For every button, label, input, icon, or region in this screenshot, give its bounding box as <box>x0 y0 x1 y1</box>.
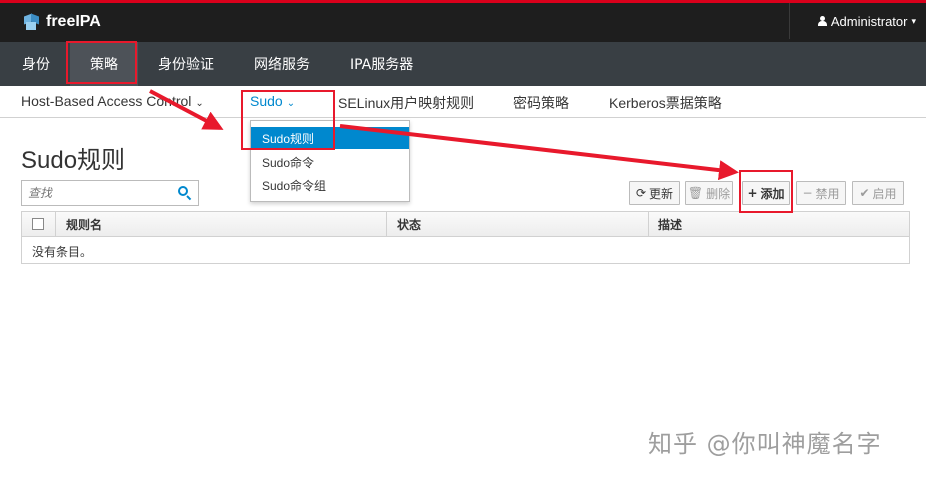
column-divider <box>648 212 649 237</box>
column-divider <box>55 212 56 237</box>
refresh-icon: ⟳ <box>635 186 647 200</box>
sub-nav-kerberos-policy[interactable]: Kerberos票据策略 <box>609 93 722 113</box>
annotation-box-add <box>739 170 793 213</box>
freeipa-logo-icon <box>22 13 40 31</box>
user-icon <box>817 16 827 26</box>
delete-label: 删除 <box>706 186 731 201</box>
search-icon[interactable] <box>178 186 192 201</box>
page-title: Sudo规则 <box>21 147 126 174</box>
minus-icon: − <box>802 186 813 200</box>
sudo-rules-table: 规则名 状态 描述 没有条目。 <box>21 211 910 264</box>
main-nav: 身份 策略 身份验证 网络服务 IPA服务器 <box>0 42 926 86</box>
main-nav-ipa-server[interactable]: IPA服务器 <box>330 42 433 86</box>
user-name: Administrator <box>830 13 908 29</box>
chevron-down-icon: ⌄ <box>195 98 204 109</box>
user-menu[interactable]: Administrator ▾ <box>788 3 926 39</box>
disable-button[interactable]: − 禁用 <box>796 181 846 205</box>
sub-nav-hbac-label: Host-Based Access Control <box>21 93 192 109</box>
enable-button[interactable]: ✔ 启用 <box>852 181 904 205</box>
column-divider <box>386 212 387 237</box>
brand-name: freeIPA <box>46 13 101 30</box>
select-all-checkbox[interactable] <box>32 218 44 230</box>
column-rule-name[interactable]: 规则名 <box>66 212 102 237</box>
top-header: freeIPA Administrator ▾ <box>0 3 926 42</box>
check-icon: ✔ <box>859 186 870 200</box>
search-input[interactable] <box>22 181 172 205</box>
delete-button[interactable]: 🗑 删除 <box>685 181 733 205</box>
enable-label: 启用 <box>872 186 897 201</box>
annotation-box-policy <box>66 41 137 84</box>
main-nav-identity[interactable]: 身份 <box>0 42 70 86</box>
trash-icon: 🗑 <box>687 186 704 200</box>
caret-down-icon: ▾ <box>911 15 916 26</box>
main-nav-network-services[interactable]: 网络服务 <box>234 42 330 86</box>
column-description[interactable]: 描述 <box>658 212 682 237</box>
refresh-label: 更新 <box>649 186 674 201</box>
dropdown-item-sudo-command-groups[interactable]: Sudo命令组 <box>251 174 409 196</box>
search-box <box>21 180 199 206</box>
watermark: 知乎 @你叫神魔名字 <box>648 430 882 458</box>
disable-label: 禁用 <box>815 186 840 201</box>
annotation-box-sudo <box>241 90 335 150</box>
empty-message: 没有条目。 <box>32 245 93 259</box>
sub-nav: Host-Based Access Control ⌄ Sudo ⌄ SELinux… <box>0 86 926 118</box>
sub-nav-selinux[interactable]: SELinux用户映射规则 <box>338 93 474 113</box>
table-header: 规则名 状态 描述 <box>22 212 909 237</box>
column-status[interactable]: 状态 <box>397 212 421 237</box>
sub-nav-hbac[interactable]: Host-Based Access Control ⌄ <box>21 93 204 109</box>
dropdown-item-sudo-commands[interactable]: Sudo命令 <box>251 151 409 173</box>
sub-nav-password-policy[interactable]: 密码策略 <box>513 93 569 113</box>
refresh-button[interactable]: ⟳ 更新 <box>629 181 680 205</box>
main-nav-authentication[interactable]: 身份验证 <box>138 42 234 86</box>
brand[interactable]: freeIPA <box>22 13 101 31</box>
